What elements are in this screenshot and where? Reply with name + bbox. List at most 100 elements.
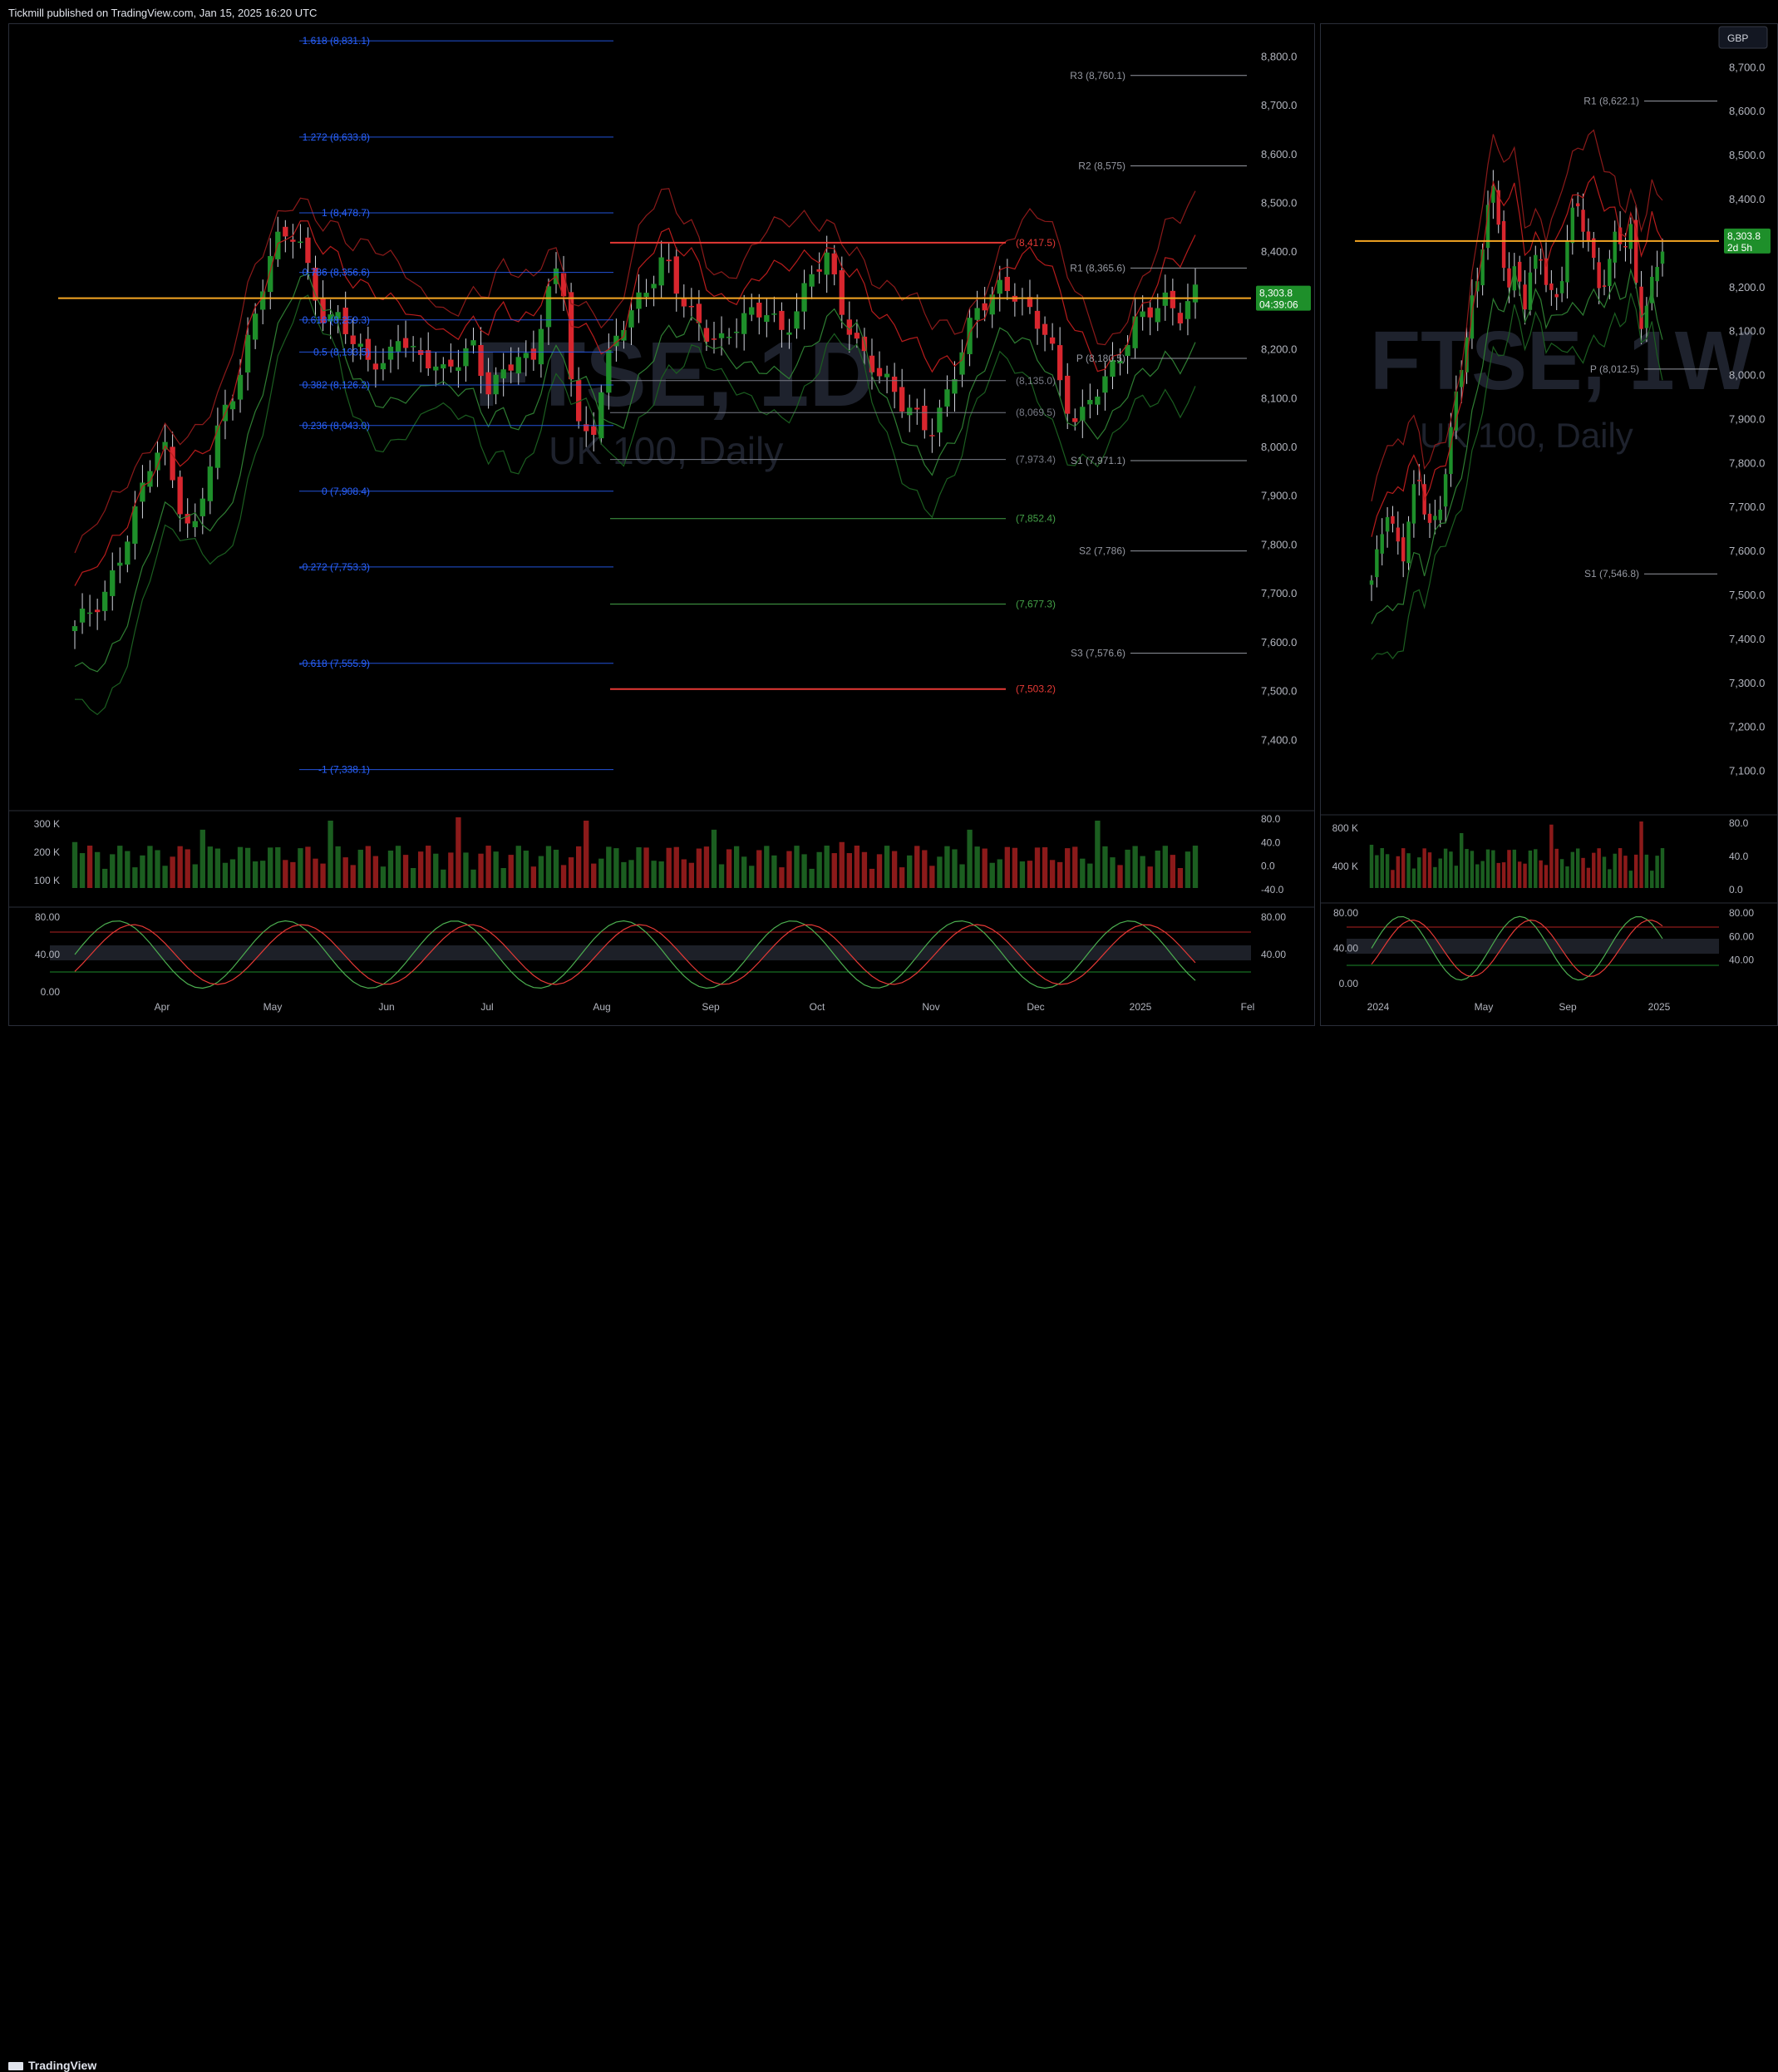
volume-bar [756,850,762,888]
candle-body [102,591,108,611]
volume-bar [1185,851,1191,888]
volume-bar [110,854,116,888]
candle-body [260,291,266,310]
volume-bar [1660,848,1665,888]
countdown-label: 2d 5h [1727,242,1752,254]
candle-body [1417,480,1421,481]
volume-bar [1639,821,1643,888]
volume-bar [801,854,807,888]
volume-bar [937,856,943,888]
volume-bar [470,869,476,888]
volume-bar [305,846,311,888]
volume-bar [1369,845,1374,888]
candle-body [1559,281,1564,294]
osc1-tick-label: 0.0 [1729,884,1743,895]
time-tick-label: 2025 [1648,1001,1671,1013]
fib-label: -0.618 (7,555.9) [299,658,370,669]
candle-body [456,367,461,371]
time-tick-label: May [263,1001,283,1013]
osc2-left-tick: 0.00 [1339,978,1359,989]
volume-bar [1628,871,1633,888]
volume-bar [260,861,266,888]
fib-label: -1 (7,338.1) [318,764,370,776]
candle-body [771,313,777,315]
candle-body [914,407,920,410]
candle-body [974,308,980,320]
time-tick-label: Jun [378,1001,394,1013]
candle-body [448,359,454,367]
volume-bar [560,865,567,888]
candle-body [1095,396,1101,405]
volume-bar [1380,848,1384,888]
volume-bar [1586,867,1591,888]
pivot-label: R3 (8,760.1) [1070,70,1125,81]
volume-bar [786,851,792,888]
price-tick-label: 8,200.0 [1261,343,1297,356]
candle-body [1608,259,1612,287]
volume-bar [749,866,755,888]
volume-bar [237,846,244,888]
tradingview-logo[interactable]: TradingView [8,2059,96,2072]
candle-body [530,348,537,360]
candle-body [749,307,755,315]
time-tick-label: Nov [922,1001,939,1013]
volume-bar [1140,856,1145,888]
candle-body [794,311,800,329]
volume-bar [177,846,183,888]
volume-bar [982,848,988,888]
candle-body [824,252,830,275]
volume-bar [493,851,499,888]
volume-bar [1549,824,1554,888]
volume-bar [1004,846,1010,888]
volume-bar [79,853,86,888]
candle-body [1004,276,1010,292]
candle-body [545,286,552,328]
candle-body [1132,316,1138,348]
candle-body [1623,245,1628,248]
candle-body [696,303,702,323]
volume-bar [779,867,785,888]
volume-bar [1454,866,1459,888]
candle-body [1391,516,1395,524]
candle-body [110,570,116,596]
time-tick-label: Dec [1027,1001,1044,1013]
price-tick-label: 7,800.0 [1261,538,1297,550]
candle-body [741,313,747,334]
candle-body [1465,337,1469,372]
daily-chart-svg[interactable]: FTSE, 1DUK 100, Daily 8,800.0 8,700.0 8,600… [8,23,1315,1026]
daily-chart-panel[interactable]: FTSE, 1D UK 100, Daily 8,800.0 8,700.0 8,600… [8,23,1315,1026]
volume-bar [907,855,913,888]
time-tick-label: Apr [155,1001,170,1013]
weekly-chart-svg[interactable]: FTSE, 1WUK 100, Daily8,700.08,600.08,500… [1320,23,1778,1026]
volume-bar [1162,846,1168,888]
candle-body [1042,323,1048,335]
time-tick-label: Sep [1559,1001,1577,1013]
volume-bar [320,863,326,888]
volume-bar [553,849,559,888]
volume-bar [1072,846,1078,888]
candle-body [298,241,303,244]
candle-body [1162,292,1168,306]
osc2-left-tick: 0.00 [41,986,61,998]
volume-bar [1027,861,1033,888]
price-tick-label: 8,100.0 [1729,325,1765,338]
volume-bar [1597,848,1601,888]
volume-bar [1012,847,1018,888]
volume-bar [846,853,853,888]
osc2-left-tick: 40.00 [35,949,60,960]
candle-body [1369,580,1374,585]
price-tick-label: 8,500.0 [1261,196,1297,209]
volume-bar [997,859,1002,888]
fib-label: 0.236 (8,043.0) [303,420,370,432]
price-tick-label: 7,700.0 [1729,501,1765,513]
volume-bar [1155,851,1160,888]
price-tick-label: 8,400.0 [1261,245,1297,258]
volume-bar [290,861,296,888]
level-label: (7,677.3) [1016,598,1056,609]
volume-bar [275,847,281,888]
volume-bar [207,846,214,888]
time-tick-label: 2025 [1130,1001,1152,1013]
midband [1347,939,1719,954]
candle-body [568,292,574,380]
weekly-chart-panel[interactable]: FTSE, 1W UK 100, Daily 8,700.0 8,600.0 8,500… [1320,23,1778,1026]
